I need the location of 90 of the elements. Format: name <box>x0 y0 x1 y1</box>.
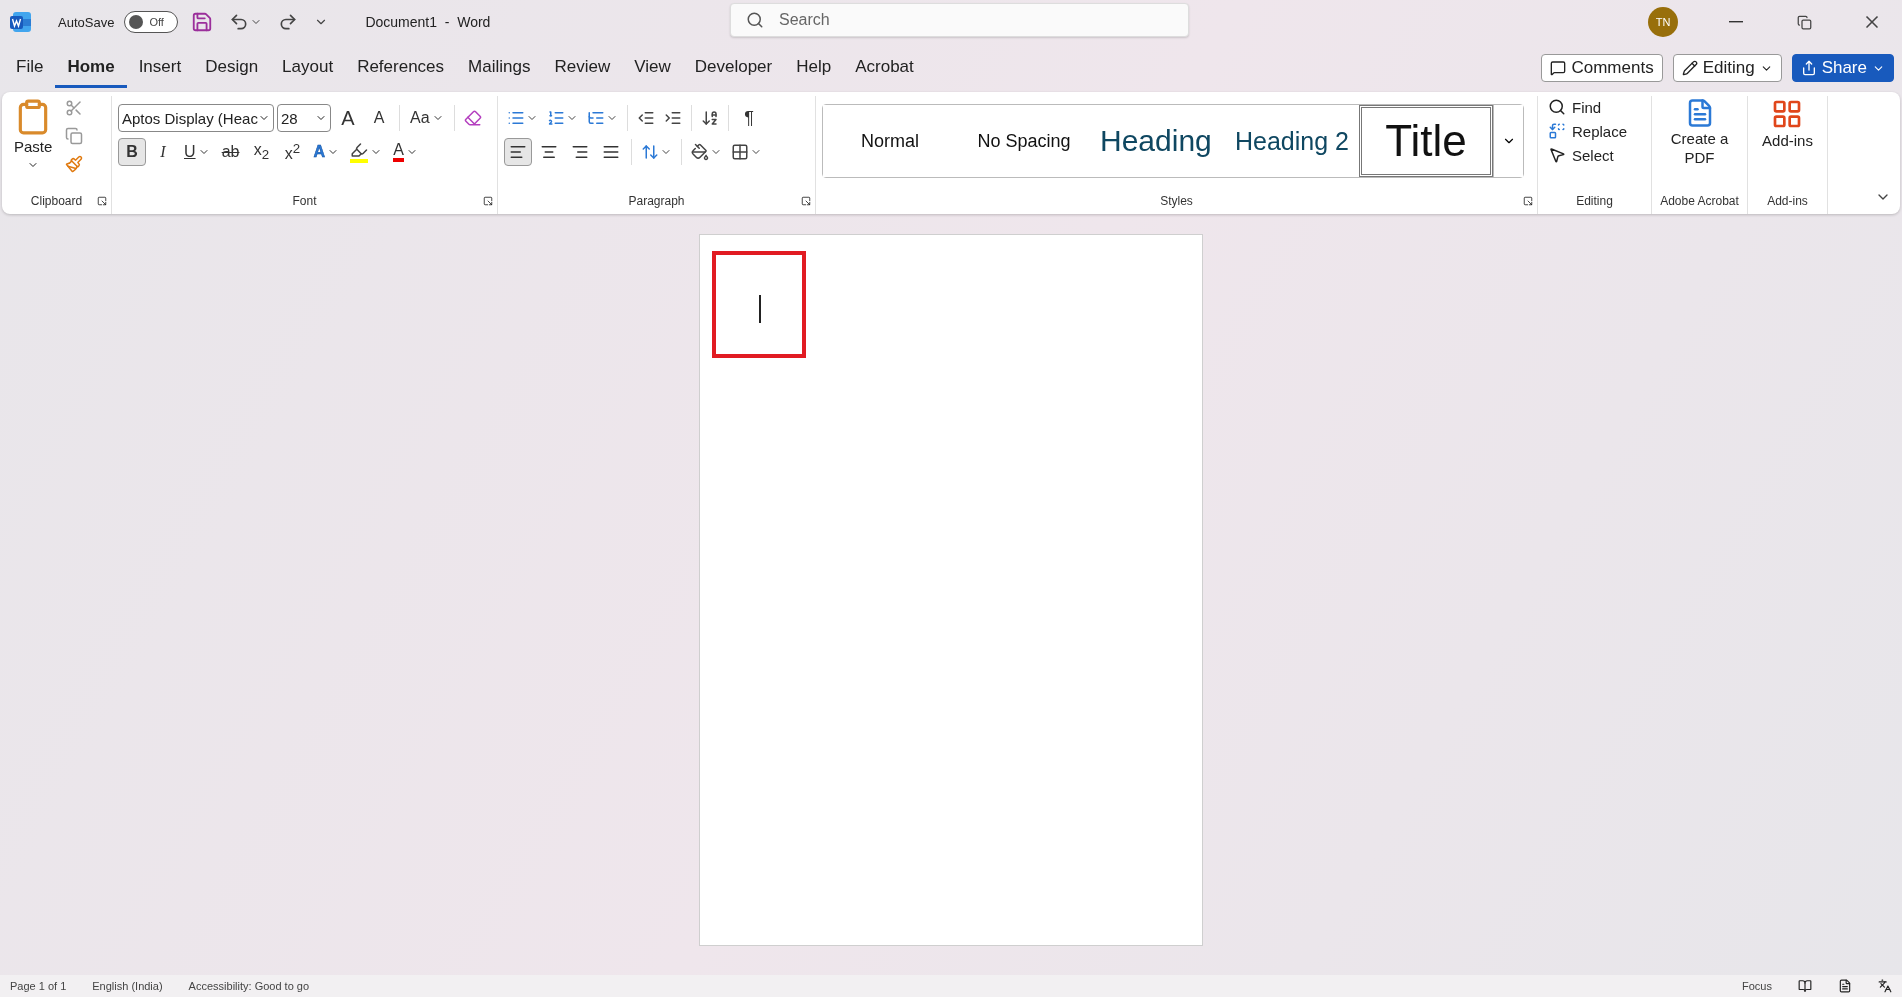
borders-icon <box>731 143 749 161</box>
dialog-launcher-icon[interactable] <box>483 196 493 206</box>
grow-font-button[interactable]: A <box>334 104 362 132</box>
underline-button[interactable]: U <box>180 138 214 166</box>
group-label: Styles <box>1160 194 1193 208</box>
numbered-list-icon <box>547 109 565 127</box>
editing-mode-button[interactable]: Editing <box>1672 54 1782 82</box>
style-item[interactable]: Title <box>1359 105 1493 177</box>
align-justify-icon <box>602 143 620 161</box>
window-title: Document1 - Word <box>365 14 491 30</box>
group-label: Adobe Acrobat <box>1660 194 1739 208</box>
indent-icon <box>664 109 682 127</box>
find-button[interactable]: Find <box>1544 96 1632 118</box>
ribbon-tab[interactable]: Acrobat <box>843 48 926 88</box>
share-button[interactable]: Share <box>1791 54 1894 82</box>
group-label: Clipboard <box>30 194 83 208</box>
highlighter-icon <box>350 141 369 163</box>
search-field[interactable]: Search <box>730 3 1189 37</box>
create-pdf-button[interactable]: Create a PDF <box>1664 96 1735 194</box>
restore-icon <box>1796 14 1812 30</box>
save-icon <box>191 11 214 33</box>
status-text[interactable]: English (India) <box>92 980 163 992</box>
comments-button[interactable]: Comments <box>1541 54 1663 82</box>
strikethrough-button[interactable]: ab <box>216 138 245 166</box>
pencil-icon <box>1681 60 1698 76</box>
ribbon-tab[interactable]: Help <box>784 48 844 88</box>
sort-icon <box>701 109 719 127</box>
bullet-list-icon <box>507 109 525 127</box>
autosave-toggle[interactable]: Off <box>124 11 179 33</box>
add-ins-button[interactable]: Add-ins <box>1756 96 1819 194</box>
font-color-button[interactable]: A <box>389 138 422 166</box>
align-button[interactable] <box>504 138 532 166</box>
search-icon <box>746 11 764 29</box>
align-center-icon <box>540 143 558 161</box>
ribbon-tab[interactable]: References <box>345 48 457 88</box>
subscript-button[interactable]: x$_{2}$ <box>247 138 276 166</box>
dialog-launcher-icon[interactable] <box>801 196 811 206</box>
ribbon-tab[interactable]: Insert <box>126 48 194 88</box>
ribbon-tab[interactable]: Mailings <box>456 48 543 88</box>
paintbrush-icon <box>65 155 84 173</box>
show-marks-button[interactable]: ¶ <box>735 104 763 132</box>
focus-mode-button[interactable]: Focus <box>1742 980 1772 992</box>
eraser-icon <box>463 109 482 127</box>
italic-button[interactable]: I <box>149 138 177 166</box>
text-effects-button[interactable]: A <box>309 138 344 166</box>
paint-bucket-icon <box>691 143 709 161</box>
ribbon-tab[interactable]: Layout <box>270 48 346 88</box>
ribbon-tab[interactable]: Developer <box>682 48 785 88</box>
text-cursor <box>759 295 761 323</box>
ribbon-tab[interactable]: View <box>622 48 683 88</box>
align-right-icon <box>571 143 589 161</box>
ribbon-tab[interactable]: File <box>4 48 56 88</box>
pointer-icon <box>1548 146 1566 164</box>
outdent-icon <box>637 109 655 127</box>
dialog-launcher-icon[interactable] <box>1523 196 1533 206</box>
select-button[interactable]: Select <box>1544 144 1632 166</box>
group-label: Add-ins <box>1767 194 1808 208</box>
print-layout-icon[interactable] <box>1838 979 1852 993</box>
scissors-icon <box>65 99 84 117</box>
copy-icon <box>65 127 84 145</box>
autosave-label: AutoSave <box>58 14 115 30</box>
font-name-field[interactable]: Aptos Display (Heac <box>118 104 274 132</box>
dialog-launcher-icon[interactable] <box>97 196 107 206</box>
change-case-button[interactable]: Aa <box>406 104 448 132</box>
status-text[interactable]: Accessibility: Good to go <box>188 980 310 992</box>
group-label: Paragraph <box>628 194 685 208</box>
shrink-font-button[interactable]: A <box>365 104 393 132</box>
paste-button[interactable]: Paste <box>8 96 59 194</box>
ribbon-tab[interactable]: Review <box>542 48 623 88</box>
user-avatar[interactable]: TN <box>1648 7 1678 37</box>
word-logo-icon <box>10 11 32 33</box>
superscript-button[interactable]: x$^{2}$ <box>278 138 307 166</box>
line-spacing-icon <box>641 143 659 161</box>
status-text[interactable]: Page 1 of 1 <box>10 980 67 992</box>
align-left-icon <box>509 143 527 161</box>
ribbon-tab[interactable]: Home <box>55 48 127 88</box>
group-label: Editing <box>1576 194 1613 208</box>
search-icon <box>1548 98 1566 116</box>
ribbon-tab[interactable]: Design <box>193 48 271 88</box>
redo-icon <box>278 12 299 32</box>
multilevel-list-icon <box>587 109 605 127</box>
font-size-field[interactable]: 28 <box>277 104 331 132</box>
bold-button[interactable]: B <box>118 138 146 166</box>
share-icon <box>1800 60 1817 76</box>
comment-icon <box>1550 60 1567 76</box>
minimize-icon <box>1729 21 1743 23</box>
group-label: Font <box>292 194 317 208</box>
read-mode-icon[interactable] <box>1798 979 1812 993</box>
replace-icon <box>1548 122 1566 140</box>
replace-button[interactable]: Replace <box>1544 120 1632 142</box>
